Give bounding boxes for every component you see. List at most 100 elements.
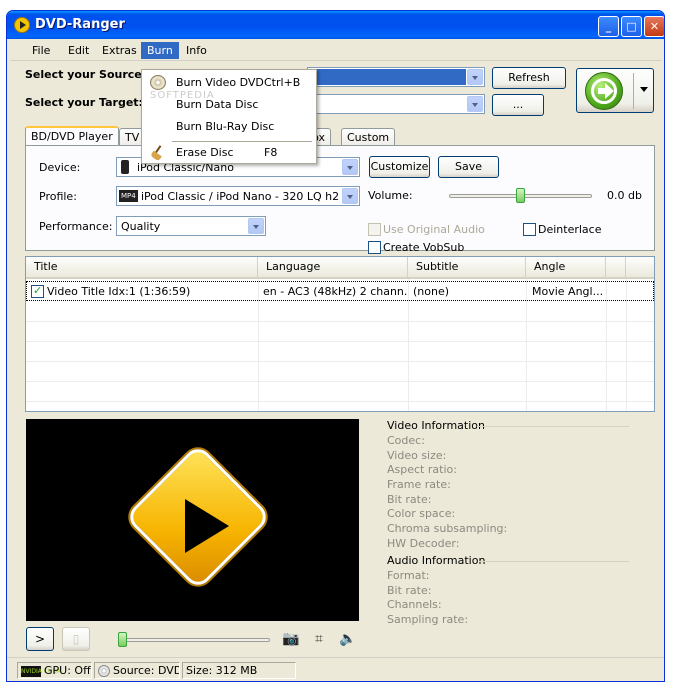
deinterlace-checkbox[interactable] [523, 223, 536, 236]
title-bar[interactable]: DVD-Ranger _ □ ✕ [7, 11, 664, 39]
start-options-dropdown-icon[interactable] [640, 87, 648, 92]
audio-bit-rate-label: Bit rate: [387, 584, 432, 597]
use-original-audio-label: Use Original Audio [383, 223, 485, 236]
menu-info[interactable]: Info [180, 42, 213, 59]
sampling-rate-label: Sampling rate: [387, 613, 469, 626]
performance-value: Quality [121, 220, 161, 233]
tab-bd-dvd-player[interactable]: BD/DVD Player [25, 126, 119, 147]
titles-table: Title Language Subtitle Angle Video Titl… [25, 256, 655, 412]
source-status-text: Source: DVD [113, 664, 180, 677]
source-label: Select your Source: [25, 68, 147, 81]
volume-value: 0.0 db [607, 189, 642, 202]
column-angle[interactable]: Angle [526, 257, 606, 277]
row-subtitle: (none) [413, 285, 450, 298]
source-selection-highlight [309, 69, 466, 85]
video-bit-rate-label: Bit rate: [387, 493, 432, 506]
video-preview[interactable] [26, 419, 359, 621]
gpu-status: NVIDIA CUDAGPU: Off [17, 662, 92, 679]
menu-item-burn-blu-ray-disc[interactable]: Burn Blu-Ray Disc [144, 116, 314, 137]
seek-slider-thumb[interactable] [118, 632, 127, 647]
customize-button[interactable]: Customize [369, 156, 430, 178]
stop-button[interactable]: ▯ [62, 627, 90, 651]
speaker-icon[interactable]: 🔈 [339, 631, 357, 647]
performance-dropdown-arrow-icon[interactable] [248, 218, 264, 234]
target-select[interactable] [307, 94, 485, 114]
source-status: Source: DVD [94, 662, 180, 679]
profile-dropdown-arrow-icon[interactable] [342, 188, 358, 204]
snapshot-icon[interactable]: 📷 [282, 631, 300, 647]
chroma-subsampling-label: Chroma subsampling: [387, 522, 508, 535]
refresh-button[interactable]: Refresh [492, 67, 566, 89]
video-size-label: Video size: [387, 449, 447, 462]
size-status: Size: 312 MB [182, 662, 296, 679]
row-language: en - AC3 (48kHz) 2 chann... [263, 285, 407, 298]
disc-icon [150, 75, 166, 90]
save-button[interactable]: Save [438, 156, 499, 178]
status-bar: NVIDIA CUDAGPU: Off Source: DVD Size: 31… [7, 657, 664, 681]
empty-row [26, 382, 654, 402]
menu-item-burn-video-dvd[interactable]: Burn Video DVD Ctrl+B [144, 72, 314, 93]
menu-item-label: Burn Blu-Ray Disc [176, 120, 275, 133]
settings-panel: Device: iPod Classic/Nano Customize Save… [25, 145, 655, 254]
performance-select[interactable]: Quality [116, 216, 266, 236]
device-dropdown-arrow-icon[interactable] [342, 159, 358, 175]
titles-table-header: Title Language Subtitle Angle [26, 257, 654, 279]
mp4-badge-icon: MP4 [119, 190, 138, 202]
video-info-heading: Video Information [387, 419, 485, 432]
maximize-button[interactable]: □ [621, 16, 642, 37]
device-label: Device: [39, 161, 81, 174]
seek-slider[interactable] [118, 638, 270, 642]
target-dropdown-arrow-icon[interactable] [467, 96, 483, 112]
create-vobsub-label: Create VobSub [383, 241, 465, 254]
minimize-button[interactable]: _ [598, 16, 619, 37]
close-button[interactable]: ✕ [644, 16, 664, 37]
column-subtitle[interactable]: Subtitle [408, 257, 526, 277]
window-title: DVD-Ranger [35, 17, 125, 32]
empty-row [26, 342, 654, 362]
video-info-divider [477, 426, 629, 427]
use-original-audio-checkbox[interactable] [368, 223, 381, 236]
menu-item-shortcut: Ctrl+B [264, 76, 301, 89]
profile-select[interactable]: MP4 iPod Classic / iPod Nano - 320 LQ h2… [116, 186, 360, 206]
go-arrow-icon [585, 72, 623, 110]
empty-row [26, 302, 654, 322]
volume-label: Volume: [368, 189, 413, 202]
size-status-text: Size: 312 MB [186, 664, 258, 677]
source-dropdown-arrow-icon[interactable] [467, 69, 483, 85]
table-row[interactable]: Video Title Idx:1 (1:36:59) en - AC3 (48… [26, 281, 654, 301]
menu-file[interactable]: File [26, 42, 56, 59]
menu-item-shortcut: F8 [264, 146, 278, 159]
menu-item-label: Burn Data Disc [176, 98, 259, 111]
column-title[interactable]: Title [26, 257, 258, 277]
menu-item-erase-disc[interactable]: Erase Disc F8 [144, 142, 314, 163]
hw-decoder-label: HW Decoder: [387, 537, 460, 550]
volume-slider-thumb[interactable] [515, 188, 525, 203]
start-button[interactable] [576, 68, 654, 113]
empty-row [26, 322, 654, 342]
cuda-icon: NVIDIA CUDA [21, 665, 61, 677]
crop-icon[interactable]: ⌗ [310, 631, 328, 647]
performance-label: Performance: [39, 220, 113, 233]
create-vobsub-checkbox[interactable] [368, 241, 381, 254]
column-language[interactable]: Language [258, 257, 408, 277]
aspect-ratio-label: Aspect ratio: [387, 463, 457, 476]
target-label: Select your Target: [25, 96, 143, 109]
app-logo-icon [14, 17, 30, 33]
play-button[interactable]: > [26, 627, 54, 651]
menu-item-label: Burn Video DVD [176, 76, 264, 89]
title-row-checkbox[interactable] [31, 284, 44, 298]
empty-row [26, 362, 654, 382]
profile-label: Profile: [39, 190, 77, 203]
column-extra [606, 257, 626, 277]
source-select[interactable] [307, 67, 485, 87]
browse-target-button[interactable]: ... [492, 94, 544, 116]
menu-burn[interactable]: Burn [141, 42, 179, 59]
app-window: DVD-Ranger _ □ ✕ File Edit Extras Burn I… [6, 10, 665, 682]
menu-extras[interactable]: Extras [96, 42, 143, 59]
gpu-status-text: GPU: Off [44, 664, 91, 677]
menu-bar: File Edit Extras Burn Info [10, 40, 662, 61]
menu-edit[interactable]: Edit [62, 42, 95, 59]
menu-item-burn-data-disc[interactable]: Burn Data Disc [144, 94, 314, 115]
audio-info-divider [479, 561, 629, 562]
broom-icon [150, 145, 166, 160]
